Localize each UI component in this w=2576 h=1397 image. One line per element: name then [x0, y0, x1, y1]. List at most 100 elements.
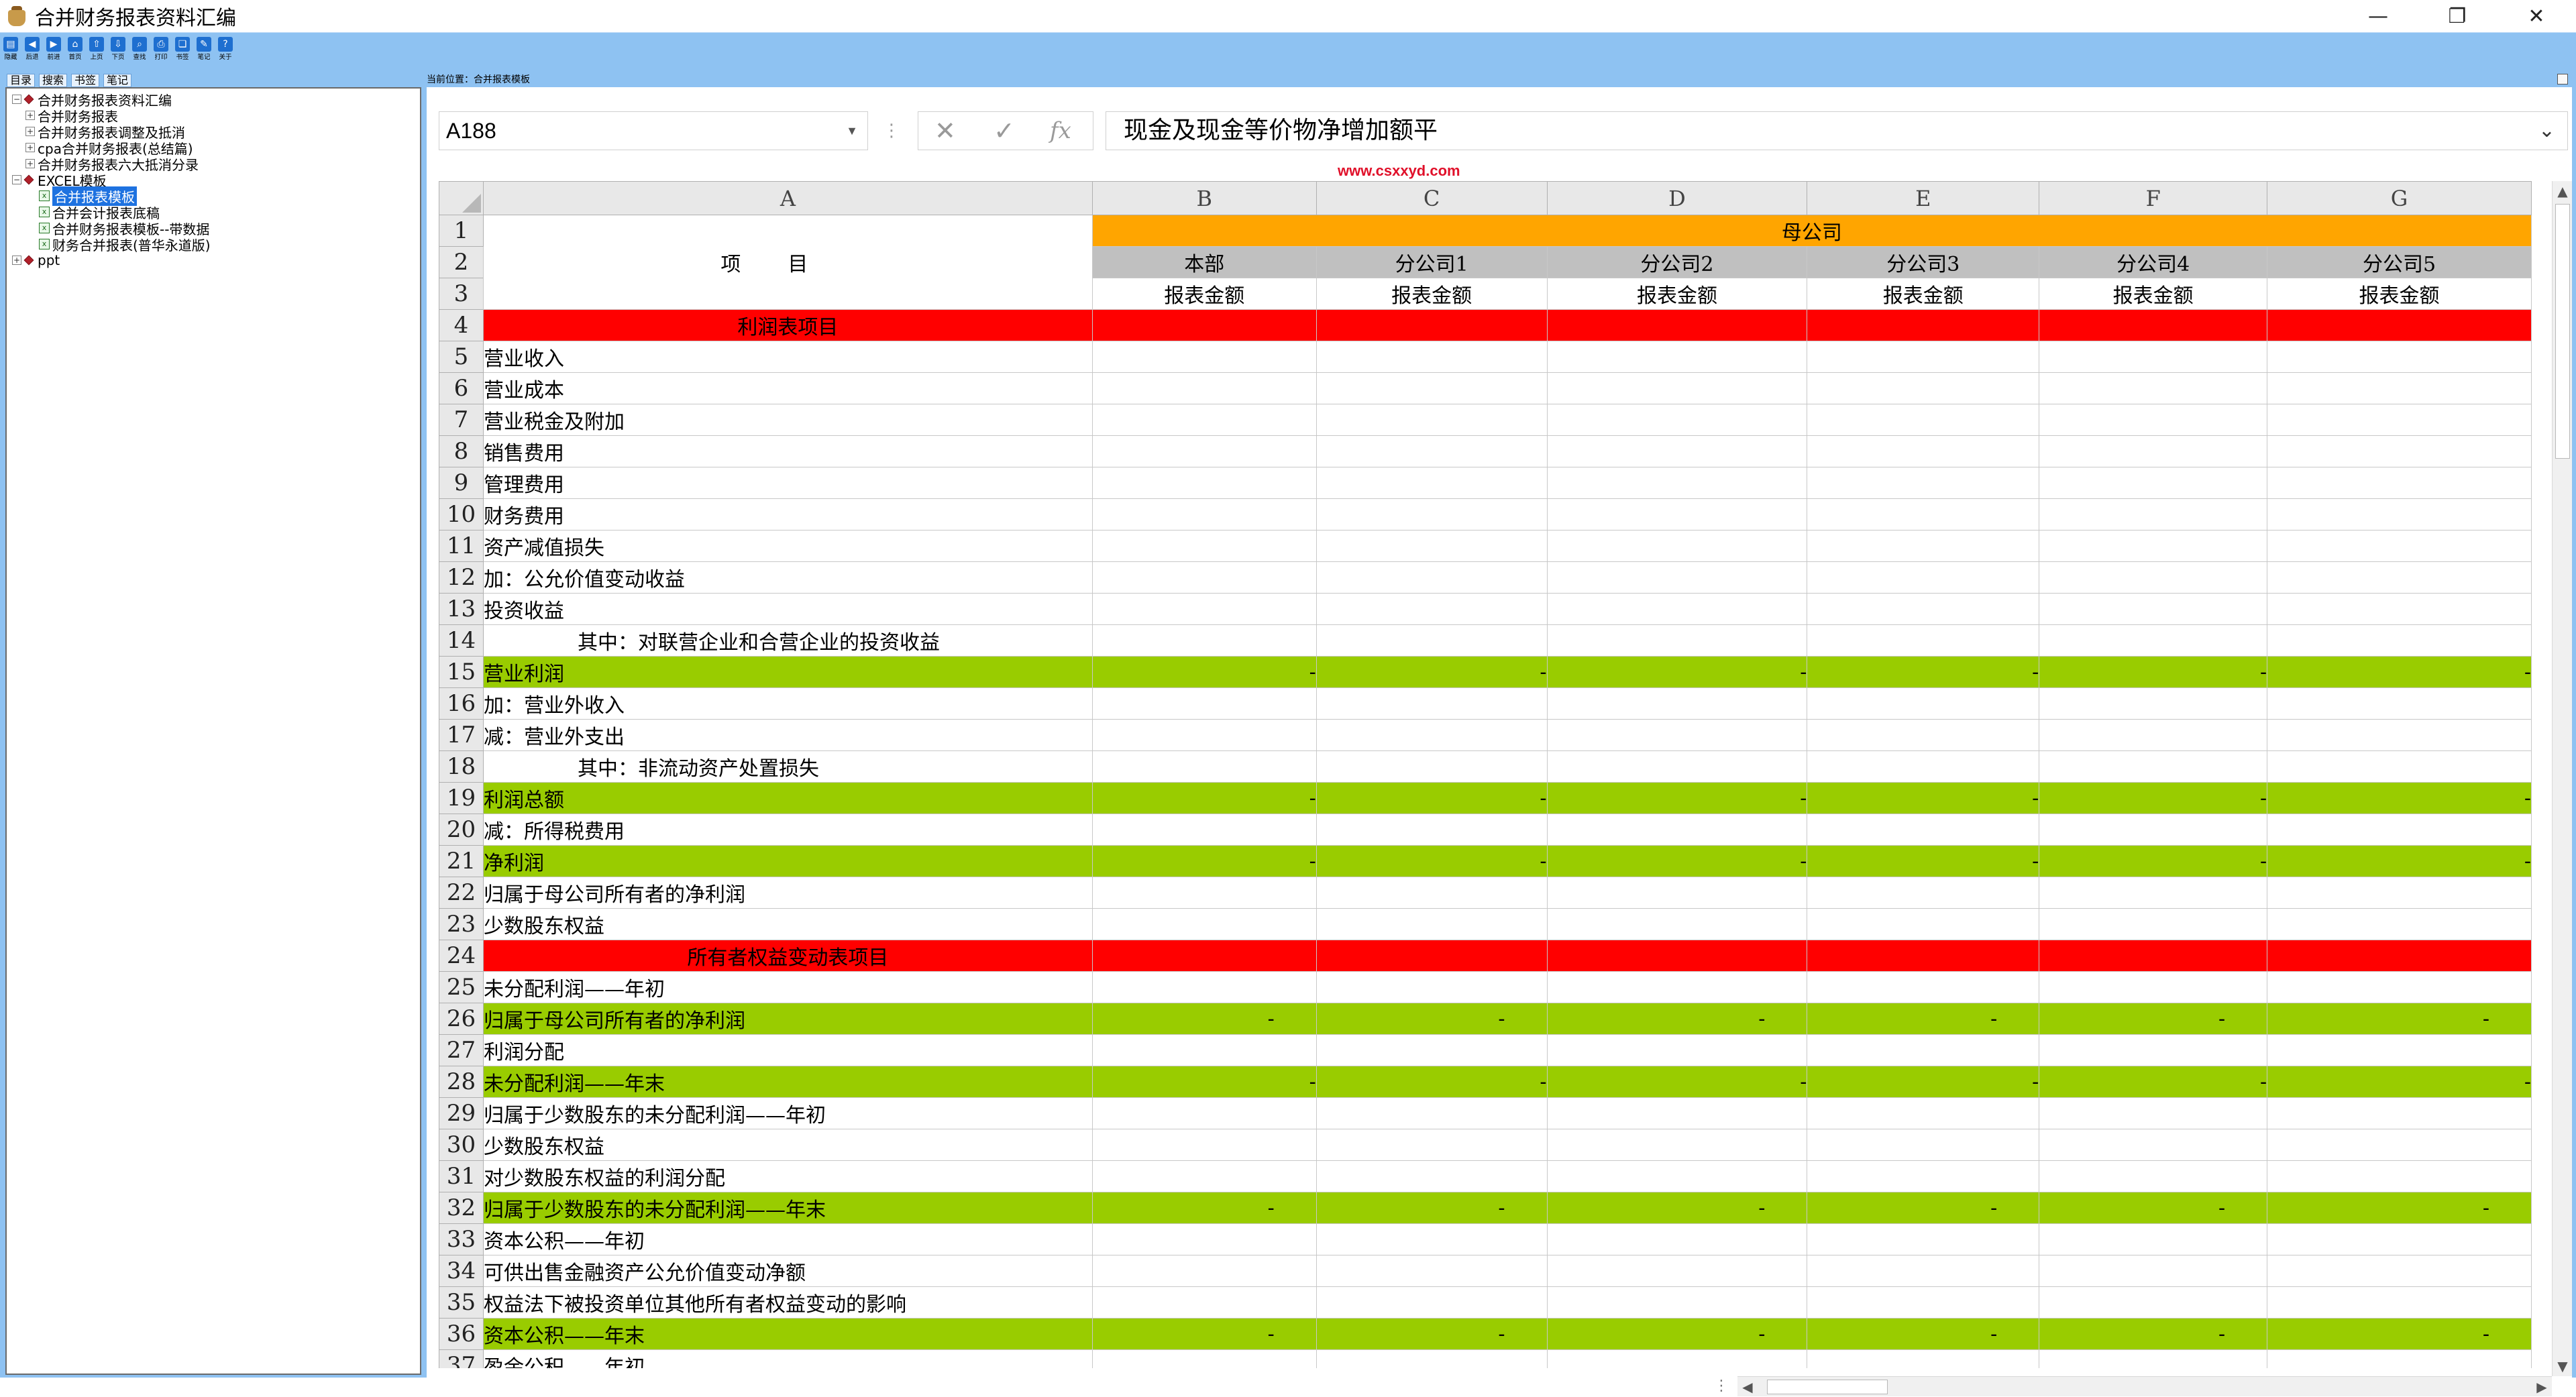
value-cell[interactable]: [1316, 971, 1548, 1003]
value-cell[interactable]: [1546, 593, 1808, 625]
row-header[interactable]: 23: [439, 908, 484, 940]
value-cell[interactable]: [2267, 435, 2532, 467]
entity-header-cell[interactable]: 分公司1: [1316, 246, 1548, 278]
value-cell[interactable]: [2039, 687, 2268, 720]
column-header[interactable]: C: [1316, 181, 1548, 215]
value-cell[interactable]: -: [1807, 1192, 2040, 1224]
row-header[interactable]: 34: [439, 1255, 484, 1287]
value-cell[interactable]: [1546, 719, 1808, 751]
horizontal-scrollbar[interactable]: ◀ ▶: [1737, 1376, 2552, 1396]
value-cell[interactable]: [2039, 561, 2268, 594]
value-cell[interactable]: [2267, 1255, 2532, 1287]
value-cell[interactable]: [1091, 814, 1317, 846]
entity-header-cell[interactable]: 分公司4: [2039, 246, 2268, 278]
value-cell[interactable]: [1807, 341, 2040, 373]
row-header[interactable]: 2: [439, 246, 484, 278]
value-cell[interactable]: -: [1807, 656, 2040, 688]
value-cell[interactable]: [2267, 750, 2532, 783]
value-cell[interactable]: [2267, 624, 2532, 657]
tree-item[interactable]: + ppt: [12, 252, 60, 268]
value-cell[interactable]: [2267, 1160, 2532, 1192]
value-cell[interactable]: [2267, 404, 2532, 436]
row-header[interactable]: 14: [439, 624, 484, 657]
value-cell[interactable]: [1316, 687, 1548, 720]
value-cell[interactable]: [2267, 309, 2532, 341]
value-cell[interactable]: [2039, 971, 2268, 1003]
value-cell[interactable]: [1091, 435, 1317, 467]
toolbar-button-6[interactable]: ⌕ 查找: [129, 33, 150, 70]
value-cell[interactable]: [1807, 877, 2040, 909]
value-cell[interactable]: [1546, 1286, 1808, 1319]
value-cell[interactable]: [2039, 940, 2268, 972]
split-handle-icon[interactable]: ⋮: [1708, 1376, 1735, 1396]
value-cell[interactable]: [1091, 1129, 1317, 1161]
column-header[interactable]: E: [1807, 181, 2040, 215]
value-cell[interactable]: [2267, 940, 2532, 972]
value-cell[interactable]: [1091, 1034, 1317, 1066]
value-cell[interactable]: -: [1316, 1003, 1548, 1035]
value-cell[interactable]: [1807, 971, 2040, 1003]
row-label-cell[interactable]: 盈余公积——年初: [482, 1349, 1093, 1368]
value-cell[interactable]: [2267, 719, 2532, 751]
value-cell[interactable]: -: [2267, 1066, 2532, 1098]
value-cell[interactable]: [1546, 341, 1808, 373]
value-cell[interactable]: [1546, 1160, 1808, 1192]
value-cell[interactable]: -: [1546, 1066, 1808, 1098]
scroll-left-icon[interactable]: ◀: [1737, 1377, 1758, 1397]
cancel-icon[interactable]: ✕: [934, 116, 956, 146]
row-label-cell[interactable]: 归属于母公司所有者的净利润: [482, 877, 1093, 909]
value-cell[interactable]: [1316, 750, 1548, 783]
value-cell[interactable]: [2039, 530, 2268, 562]
entity-header-cell[interactable]: 分公司5: [2267, 246, 2532, 278]
value-cell[interactable]: [2039, 404, 2268, 436]
value-cell[interactable]: -: [1091, 845, 1317, 877]
value-cell[interactable]: [1316, 719, 1548, 751]
row-label-cell[interactable]: 加：营业外收入: [482, 687, 1093, 720]
row-label-cell[interactable]: 其中：对联营企业和合营企业的投资收益: [482, 624, 1093, 657]
value-cell[interactable]: [1091, 750, 1317, 783]
value-cell[interactable]: [2039, 814, 2268, 846]
row-header[interactable]: 8: [439, 435, 484, 467]
value-cell[interactable]: -: [1091, 782, 1317, 814]
value-cell[interactable]: [2039, 435, 2268, 467]
value-cell[interactable]: -: [2267, 1192, 2532, 1224]
toolbar-button-3[interactable]: ⌂ 首页: [64, 33, 86, 70]
value-cell[interactable]: -: [1316, 1318, 1548, 1350]
left-tab-1[interactable]: 搜索: [39, 74, 68, 87]
amount-header-cell[interactable]: 报表金额: [1807, 278, 2040, 310]
value-cell[interactable]: [1316, 1129, 1548, 1161]
value-cell[interactable]: [1316, 435, 1548, 467]
value-cell[interactable]: [2039, 719, 2268, 751]
value-cell[interactable]: [1316, 341, 1548, 373]
entity-header-cell[interactable]: 分公司3: [1807, 246, 2040, 278]
row-header[interactable]: 25: [439, 971, 484, 1003]
value-cell[interactable]: [1091, 1286, 1317, 1319]
row-label-cell[interactable]: 利润总额: [482, 782, 1093, 814]
value-cell[interactable]: [2267, 341, 2532, 373]
value-cell[interactable]: [1807, 1129, 2040, 1161]
value-cell[interactable]: [2039, 750, 2268, 783]
tree-item[interactable]: − EXCEL模板: [12, 172, 107, 189]
value-cell[interactable]: -: [1807, 782, 2040, 814]
row-label-cell[interactable]: 权益法下被投资单位其他所有者权益变动的影响: [482, 1286, 1093, 1319]
value-cell[interactable]: [1316, 467, 1548, 499]
value-cell[interactable]: [2267, 687, 2532, 720]
row-label-cell[interactable]: 营业成本: [482, 372, 1093, 404]
row-header[interactable]: 30: [439, 1129, 484, 1161]
amount-header-cell[interactable]: 报表金额: [2267, 278, 2532, 310]
scroll-down-icon[interactable]: ▼: [2553, 1356, 2573, 1376]
value-cell[interactable]: -: [1807, 845, 2040, 877]
minimize-button[interactable]: —: [2341, 0, 2415, 32]
value-cell[interactable]: [1091, 498, 1317, 530]
expand-toggle-icon[interactable]: +: [25, 159, 35, 168]
value-cell[interactable]: [1091, 341, 1317, 373]
formula-input[interactable]: 现金及现金等价物净增加额平 ⌄: [1106, 111, 2568, 150]
value-cell[interactable]: [1807, 908, 2040, 940]
value-cell[interactable]: -: [1546, 845, 1808, 877]
row-label-cell[interactable]: 归属于少数股东的未分配利润——年初: [482, 1097, 1093, 1129]
row-label-cell[interactable]: 资本公积——年初: [482, 1223, 1093, 1255]
toolbar-button-7[interactable]: ⎙ 打印: [150, 33, 172, 70]
row-label-cell[interactable]: 加：公允价值变动收益: [482, 561, 1093, 594]
select-all-corner[interactable]: [439, 181, 484, 215]
chevron-down-icon[interactable]: ▼: [846, 112, 858, 150]
